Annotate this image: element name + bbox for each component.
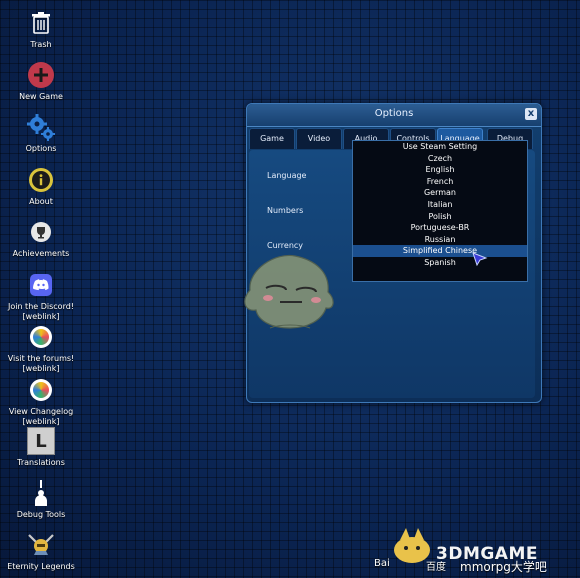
desktop-icon-label: Trash xyxy=(30,40,52,49)
dropdown-option[interactable]: Portuguese-BR xyxy=(353,222,527,234)
watermark-baidu: Bai xyxy=(374,558,390,569)
desktop-icon-translations[interactable]: L Translations xyxy=(0,426,82,468)
trophy-icon xyxy=(26,217,56,247)
gears-icon xyxy=(26,112,56,142)
tab-video[interactable]: Video xyxy=(296,128,342,149)
language-dropdown-list[interactable]: Use Steam Setting Czech English French G… xyxy=(352,140,528,282)
watermark: Bai 百度 mmorpg大学吧 3DMGAME xyxy=(372,524,580,578)
desktop-icon-label: New Game xyxy=(19,92,63,101)
dropdown-option[interactable]: German xyxy=(353,187,527,199)
discord-icon xyxy=(26,270,56,300)
desktop-icon-label: Visit the forums! xyxy=(7,354,75,363)
chat-bubble-icon xyxy=(26,322,56,352)
dropdown-option[interactable]: Spanish xyxy=(353,257,527,269)
desktop-icon-label: About xyxy=(29,197,53,206)
info-icon xyxy=(26,165,56,195)
plus-circle-icon xyxy=(26,60,56,90)
dropdown-option[interactable]: Czech xyxy=(353,153,527,165)
desktop-icon-debug-tools[interactable]: Debug Tools xyxy=(0,478,82,520)
knight-icon xyxy=(26,530,56,560)
desktop-icon-sublabel: [weblink] xyxy=(22,312,60,321)
desktop-icon-sublabel: [weblink] xyxy=(22,364,60,373)
desktop-icon-forums[interactable]: Visit the forums! [weblink] xyxy=(0,322,82,374)
desktop-icon-options[interactable]: Options xyxy=(0,112,82,154)
dropdown-option[interactable]: Use Steam Setting xyxy=(353,141,527,153)
dropdown-option[interactable]: French xyxy=(353,176,527,188)
desktop-icon-new-game[interactable]: New Game xyxy=(0,60,82,102)
trash-icon xyxy=(26,8,56,38)
desktop-icon-label: Debug Tools xyxy=(16,510,66,519)
desktop-icon-label: Achievements xyxy=(12,249,70,258)
desktop-icon-label: Join the Discord! xyxy=(7,302,75,311)
desktop-icon-changelog[interactable]: View Changelog [weblink] xyxy=(0,375,82,427)
chat-bubble-icon xyxy=(26,375,56,405)
close-button[interactable]: x xyxy=(525,108,537,120)
desktop-icon-trash[interactable]: Trash xyxy=(0,8,82,50)
dropdown-option[interactable]: English xyxy=(353,164,527,176)
desktop-icon-label: Eternity Legends xyxy=(7,562,75,571)
letter-l-icon: L xyxy=(26,426,56,456)
desktop-icon-eternity-legends[interactable]: Eternity Legends xyxy=(0,530,82,572)
window-title: Options xyxy=(374,108,414,119)
tab-game[interactable]: Game xyxy=(249,128,295,149)
currency-label: Currency xyxy=(267,241,304,250)
language-label: Language xyxy=(267,171,307,180)
desktop-icon-discord[interactable]: Join the Discord! [weblink] xyxy=(0,270,82,322)
dropdown-option[interactable]: Italian xyxy=(353,199,527,211)
close-icon: x xyxy=(527,108,535,119)
desktop-icon-label: Options xyxy=(25,144,57,153)
desktop-icon-about[interactable]: About xyxy=(0,165,82,207)
dropdown-option-hovered[interactable]: Simplified Chinese xyxy=(353,245,527,257)
desktop-icon-label: View Changelog xyxy=(8,407,74,416)
mascot-sticker xyxy=(240,250,340,336)
desktop-icon-achievements[interactable]: Achievements xyxy=(0,217,82,259)
numbers-label: Numbers xyxy=(267,206,304,215)
watermark-site: 3DMGAME xyxy=(436,544,538,564)
dropdown-option[interactable]: Polish xyxy=(353,211,527,223)
mouse-cursor-icon xyxy=(472,251,488,270)
window-titlebar[interactable]: Options x xyxy=(247,104,541,127)
desktop-icon-label: Translations xyxy=(17,458,65,467)
debug-figure-icon xyxy=(26,478,56,508)
dropdown-option[interactable]: Russian xyxy=(353,234,527,246)
